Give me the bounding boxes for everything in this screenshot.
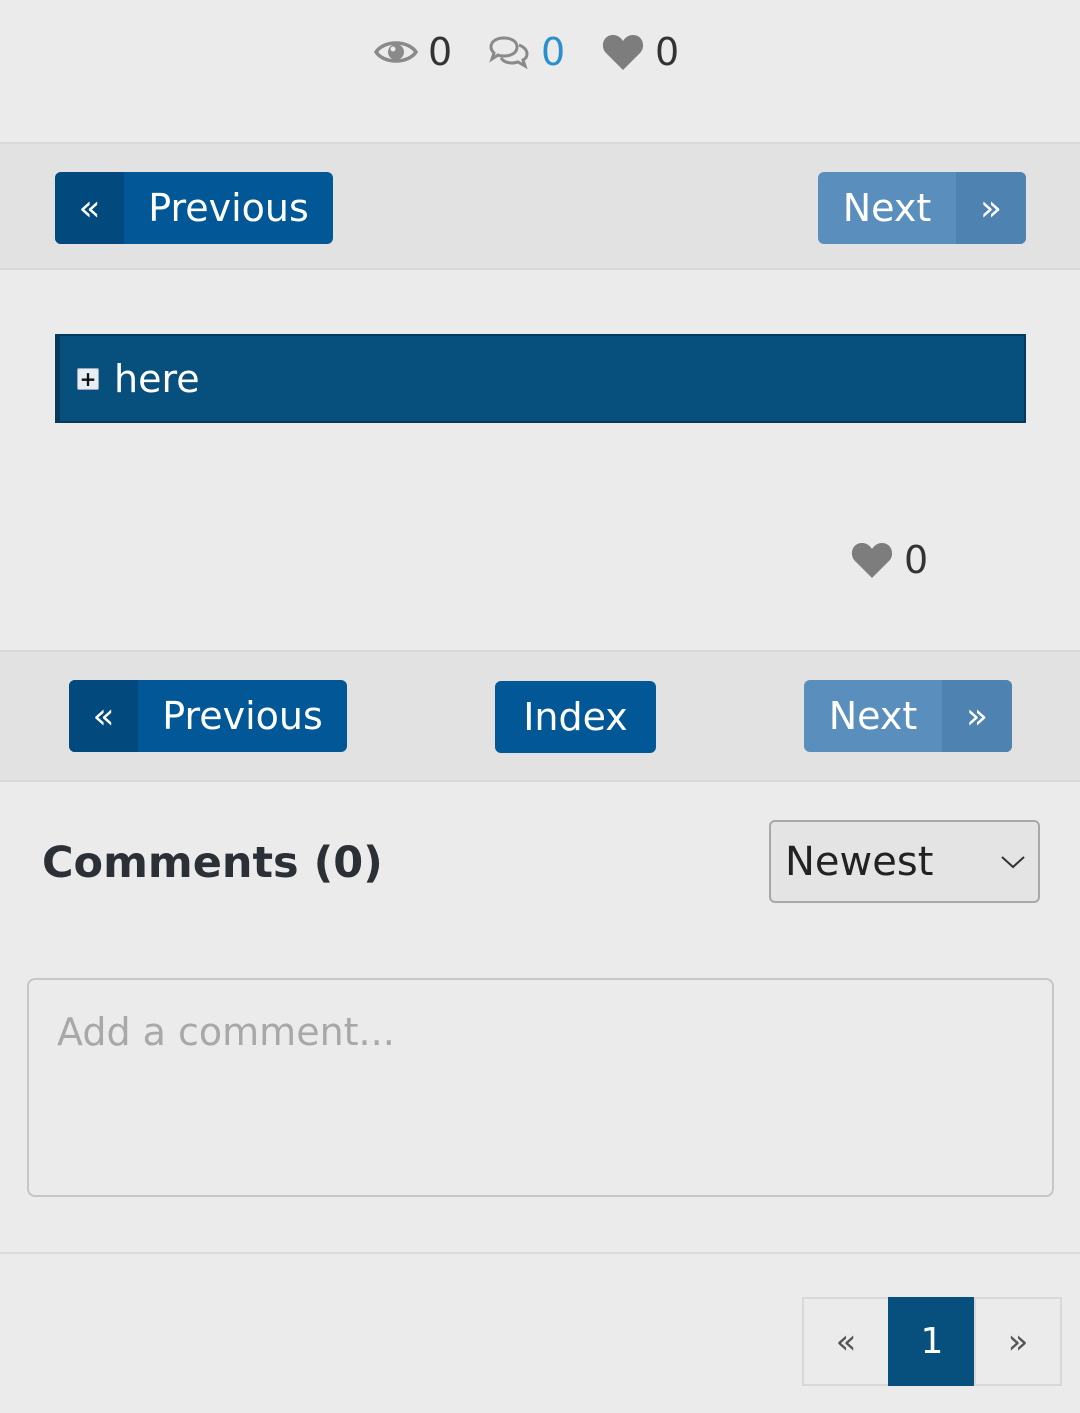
next-button[interactable]: Next »: [818, 172, 1026, 244]
comments-stat[interactable]: 0: [487, 24, 565, 80]
double-left-arrow-icon: «: [55, 172, 124, 244]
previous-button[interactable]: « Previous: [69, 680, 347, 752]
comment-input-box[interactable]: [27, 978, 1054, 1197]
eye-icon: [374, 41, 418, 63]
double-left-arrow-icon: «: [69, 680, 138, 752]
views-stat: 0: [374, 24, 452, 80]
comments-count-link[interactable]: 0: [541, 30, 565, 74]
comment-sort-select[interactable]: Newest: [769, 820, 1040, 903]
likes-stat[interactable]: 0: [601, 24, 679, 80]
chevron-down-icon: [1001, 855, 1025, 868]
expand-plus-icon: +: [77, 367, 99, 390]
comment-input[interactable]: [29, 980, 1052, 1195]
spoiler-label: here: [114, 356, 200, 401]
top-post-nav: « Previous Next »: [0, 142, 1080, 270]
sort-selected-value: Newest: [785, 838, 934, 885]
likes-count: 0: [655, 30, 680, 74]
comments-pagination: « 1 »: [802, 1297, 1062, 1386]
next-label: Next: [842, 186, 932, 230]
heart-icon: [851, 543, 893, 578]
double-right-arrow-icon: »: [942, 680, 1012, 752]
previous-label: Previous: [162, 694, 323, 738]
comments-icon: [489, 36, 529, 69]
post-like[interactable]: 0: [850, 532, 928, 588]
pagination-next[interactable]: »: [974, 1297, 1062, 1386]
previous-button[interactable]: « Previous: [55, 172, 333, 244]
pagination-page-current[interactable]: 1: [888, 1297, 976, 1386]
spoiler-toggle[interactable]: + here: [55, 334, 1026, 423]
pagination-prev[interactable]: «: [802, 1297, 890, 1386]
post-stats: 0 0 0: [0, 24, 1080, 80]
previous-label: Previous: [148, 186, 309, 230]
double-right-arrow-icon: »: [956, 172, 1026, 244]
index-button[interactable]: Index: [495, 681, 656, 753]
index-label: Index: [523, 695, 628, 739]
next-button[interactable]: Next »: [804, 680, 1012, 752]
views-count: 0: [428, 30, 453, 74]
comments-heading: Comments (0): [42, 838, 383, 888]
heart-icon: [602, 35, 644, 70]
bottom-post-nav: « Previous Index Next »: [0, 650, 1080, 782]
divider: [0, 1252, 1080, 1254]
next-label: Next: [828, 694, 918, 738]
post-like-count: 0: [904, 538, 929, 582]
